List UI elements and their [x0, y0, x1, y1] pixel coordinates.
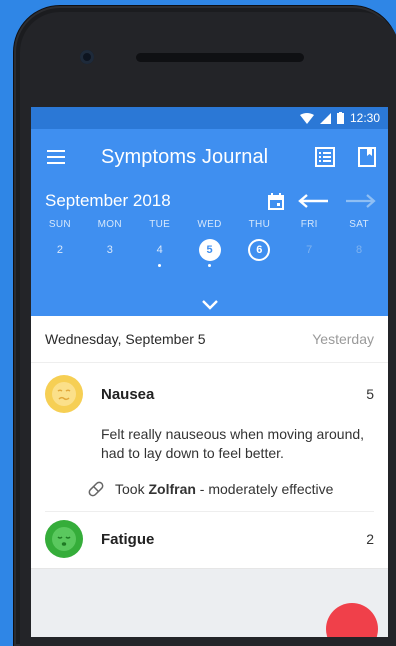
earpiece-speaker — [136, 53, 304, 62]
expand-calendar-button[interactable] — [31, 300, 388, 310]
day-number: 6 — [248, 239, 271, 261]
week-calendar: September 2018 SUN 2 MON 3 TUE 4 WED 5 THU 6 FRI 7 S… — [31, 185, 388, 316]
book-icon — [358, 147, 376, 167]
app-toolbar: Symptoms Journal — [31, 129, 388, 185]
status-bar: 12:30 — [31, 107, 388, 129]
day-number: 2 — [56, 244, 63, 256]
day-wed[interactable]: WED 5 — [185, 217, 235, 267]
entry-indicator-dot — [108, 264, 111, 267]
app-screen: 12:30 Symptoms Journal September 2018 SU… — [31, 107, 388, 637]
day-name: FRI — [300, 219, 318, 230]
arrow-left-icon[interactable] — [298, 193, 330, 209]
day-tue[interactable]: TUE 4 — [135, 217, 185, 267]
day-number: 4 — [156, 244, 163, 256]
list-view-button[interactable] — [304, 129, 346, 185]
medication-name: Zolfran — [148, 481, 196, 497]
day-header: Wednesday, September 5 Yesterday — [31, 316, 388, 363]
symptom-name: Nausea — [101, 385, 155, 403]
day-name: SAT — [349, 219, 369, 230]
signal-icon — [319, 112, 331, 124]
day-number: 8 — [356, 244, 363, 256]
entry-indicator-dot — [58, 264, 61, 267]
symptom-entry-nausea[interactable]: Nausea 5 Felt really nauseous when movin… — [31, 363, 388, 512]
wifi-icon — [299, 112, 314, 124]
week-days: SUN 2 MON 3 TUE 4 WED 5 THU 6 FRI 7 SAT 8 — [31, 217, 388, 267]
journal-content: Wednesday, September 5 Yesterday Nausea … — [31, 316, 388, 569]
entry-indicator-dot — [208, 264, 211, 267]
day-name: TUE — [149, 219, 171, 230]
day-name: MON — [97, 219, 122, 230]
battery-icon — [336, 112, 344, 124]
day-mon[interactable]: MON 3 — [85, 217, 135, 267]
day-number: 5 — [198, 239, 221, 261]
day-sat[interactable]: SAT 8 — [334, 217, 384, 267]
selected-date: Wednesday, September 5 — [45, 331, 206, 347]
day-fri[interactable]: FRI 7 — [284, 217, 334, 267]
calendar-header: September 2018 — [31, 185, 388, 217]
day-thu[interactable]: THU 6 — [234, 217, 284, 267]
month-label: September 2018 — [45, 191, 171, 210]
relative-date: Yesterday — [312, 331, 374, 347]
day-name: SUN — [48, 219, 71, 230]
menu-button[interactable] — [31, 129, 81, 185]
journal-button[interactable] — [346, 129, 388, 185]
list-icon — [315, 147, 335, 167]
pill-icon — [88, 481, 104, 497]
entry-indicator-dot — [358, 264, 361, 267]
tired-face-icon — [45, 520, 83, 558]
medication-prefix: Took — [115, 481, 149, 497]
day-sun[interactable]: SUN 2 — [35, 217, 85, 267]
empty-area — [31, 569, 388, 637]
status-time: 12:30 — [349, 111, 380, 125]
symptom-severity: 2 — [366, 531, 374, 547]
day-name: THU — [248, 219, 271, 230]
arrow-right-icon[interactable] — [344, 193, 376, 209]
entry-indicator-dot — [258, 264, 261, 267]
add-symptom-button[interactable] — [326, 603, 378, 637]
front-camera — [80, 50, 94, 64]
medication-effect: - moderately effective — [195, 481, 334, 497]
sick-face-icon — [45, 375, 83, 413]
medication-row: Took Zolfran - moderately effective — [45, 477, 374, 501]
entry-indicator-dot — [308, 264, 311, 267]
hamburger-menu-icon — [47, 150, 65, 164]
day-number: 3 — [106, 244, 113, 256]
symptom-severity: 5 — [366, 386, 374, 402]
symptom-note: Felt really nauseous when moving around,… — [101, 426, 365, 461]
page-title: Symptoms Journal — [101, 145, 269, 168]
calendar-icon[interactable] — [268, 192, 284, 210]
symptom-entry-fatigue[interactable]: Fatigue 2 — [31, 512, 388, 569]
symptom-name: Fatigue — [101, 530, 155, 548]
entry-indicator-dot — [158, 264, 162, 267]
chevron-down-icon — [201, 300, 218, 310]
day-number: 7 — [306, 244, 313, 256]
day-name: WED — [197, 219, 222, 230]
